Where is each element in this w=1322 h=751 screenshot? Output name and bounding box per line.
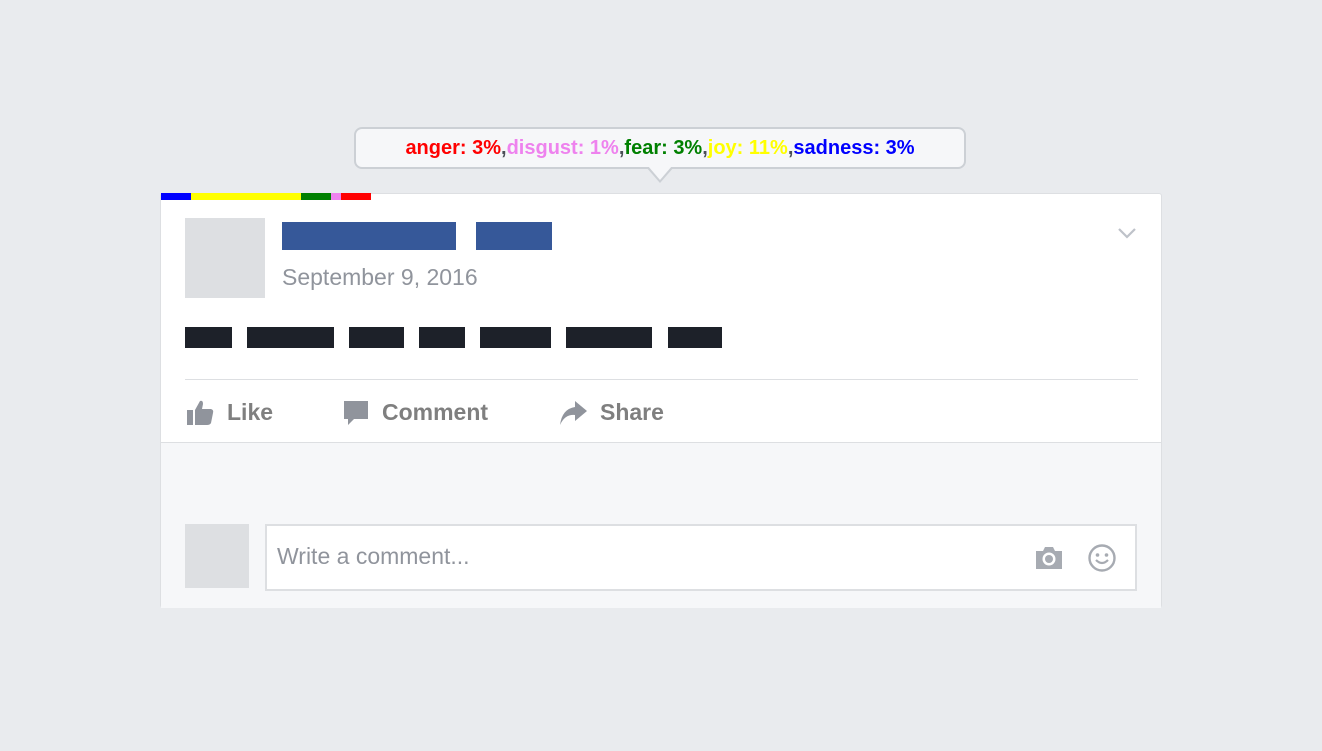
post-text-redacted — [419, 327, 465, 348]
post-text-redacted — [566, 327, 652, 348]
like-button[interactable]: Like — [185, 394, 273, 430]
post-text-redacted — [668, 327, 722, 348]
comment-input[interactable] — [277, 540, 1017, 572]
post-text-redacted — [185, 327, 232, 348]
emotion-segment-anger — [341, 193, 371, 200]
comment-label: Comment — [382, 398, 489, 425]
post-date[interactable]: September 9, 2016 — [282, 264, 478, 291]
camera-icon[interactable] — [1033, 544, 1065, 572]
thumbs-up-icon — [187, 400, 214, 425]
smiley-icon[interactable] — [1087, 543, 1117, 573]
viewer-avatar — [185, 524, 249, 588]
speech-bubble-icon — [344, 401, 368, 425]
post-text-redacted — [349, 327, 404, 348]
emotion-tooltip: anger: 3%, disgust: 1%, fear: 3%, joy: 1… — [354, 127, 966, 169]
emotion-segment-fear — [301, 193, 331, 200]
chevron-down-icon[interactable] — [1116, 222, 1138, 244]
post-text-redacted — [480, 327, 551, 348]
emotion-segment-joy — [191, 193, 301, 200]
emotion-segment-disgust — [331, 193, 341, 200]
share-arrow-icon — [560, 401, 587, 425]
emotion-segment-sadness — [161, 193, 191, 200]
actions-divider — [185, 379, 1138, 380]
comment-section — [161, 442, 1161, 608]
post-card: September 9, 2016 Like Comment Share — [160, 193, 1162, 608]
post-text-redacted — [247, 327, 334, 348]
emotion-disgust: disgust: 1% — [506, 136, 619, 159]
comment-box[interactable] — [265, 524, 1137, 591]
author-name-redacted[interactable] — [282, 222, 456, 250]
emotion-joy: joy: 11% — [707, 136, 788, 159]
emotion-fear: fear: 3% — [624, 136, 703, 159]
emotion-anger: anger: 3% — [405, 136, 502, 159]
comment-button[interactable]: Comment — [342, 394, 488, 430]
emotion-bar — [161, 193, 371, 200]
share-label: Share — [600, 398, 664, 425]
tooltip-caret-fill — [648, 166, 672, 180]
share-button[interactable]: Share — [558, 394, 664, 430]
like-label: Like — [227, 398, 274, 425]
author-avatar[interactable] — [185, 218, 265, 298]
emotion-sadness: sadness: 3% — [793, 136, 915, 159]
author-name-redacted[interactable] — [476, 222, 552, 250]
